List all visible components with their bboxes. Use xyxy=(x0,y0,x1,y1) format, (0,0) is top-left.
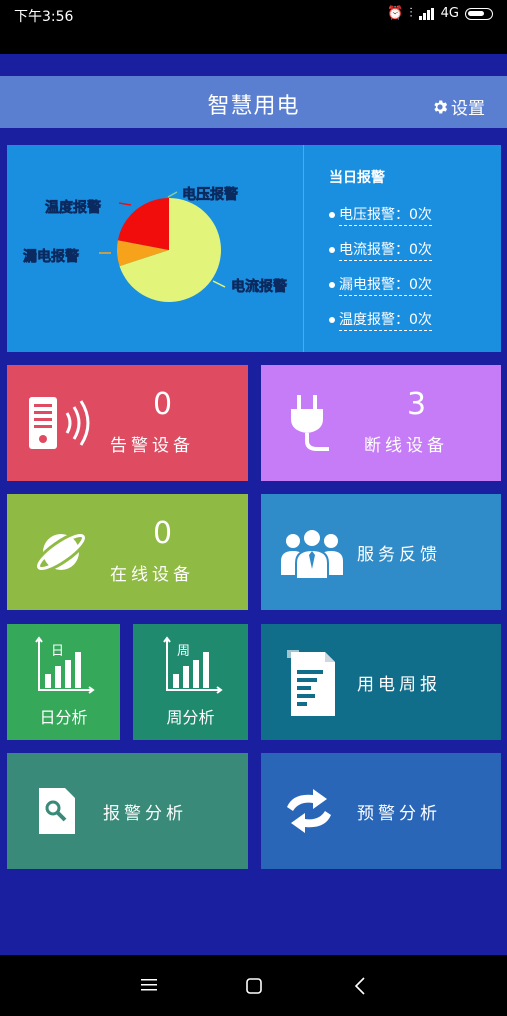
weekly-report-label: 用电周报 xyxy=(357,675,441,695)
day-icon-char: 日 xyxy=(51,644,65,659)
gear-icon xyxy=(434,99,448,114)
bullet-icon xyxy=(329,211,335,218)
status-time: 下午3:56 xyxy=(14,9,74,25)
app-header: 智慧用电 设置 xyxy=(0,76,507,128)
status-bar: 下午3:56 ⏰ ⫶ 4G xyxy=(0,0,507,54)
week-icon-char: 周 xyxy=(177,644,191,659)
remote-signal-icon xyxy=(29,397,90,449)
online-devices-count: 0 xyxy=(153,516,173,551)
vibrate-icon: ⫶ xyxy=(409,6,413,21)
bullet-icon xyxy=(329,246,335,253)
offline-devices-count: 3 xyxy=(407,387,427,422)
pie-label: 电压报警 xyxy=(182,186,238,203)
signal-icon xyxy=(418,7,435,20)
status-icons: ⏰ ⫶ 4G xyxy=(387,6,493,21)
menu-icon[interactable] xyxy=(141,978,157,992)
today-alarm-item[interactable]: 漏电报警：0次 xyxy=(329,267,432,302)
tile-online-devices[interactable]: 0 在线设备 xyxy=(7,494,248,610)
warning-analysis-label: 预警分析 xyxy=(357,804,441,824)
online-devices-label: 在线设备 xyxy=(110,565,194,585)
network-type: 4G xyxy=(440,6,459,21)
tile-weekly-report[interactable]: 用电周报 xyxy=(261,624,501,740)
back-icon[interactable] xyxy=(354,977,366,995)
alarm-devices-count: 0 xyxy=(153,387,173,422)
system-nav-bar xyxy=(0,955,507,1016)
service-feedback-label: 服务反馈 xyxy=(357,545,441,565)
settings-button[interactable]: 设置 xyxy=(431,94,485,119)
panel-divider xyxy=(303,145,304,352)
plug-icon xyxy=(291,395,329,451)
pie-label-line xyxy=(167,191,178,198)
tile-offline-devices[interactable]: 3 断线设备 xyxy=(261,365,501,481)
settings-label: 设置 xyxy=(451,99,485,119)
pie-label: 电流报警 xyxy=(231,278,287,295)
sync-arrows-icon xyxy=(287,789,331,833)
offline-devices-label: 断线设备 xyxy=(364,436,448,456)
today-alarm-item[interactable]: 电流报警：0次 xyxy=(329,232,432,267)
today-alarm-item[interactable]: 电压报警：0次 xyxy=(329,197,432,232)
document-report-icon xyxy=(287,650,335,716)
bullet-icon xyxy=(329,281,335,288)
alarm-pie-chart: 电流报警 漏电报警 温度报警 电压报警 xyxy=(23,186,287,302)
alarm-devices-label: 告警设备 xyxy=(110,436,194,456)
home-icon[interactable] xyxy=(246,978,262,994)
alarm-clock-icon: ⏰ xyxy=(387,6,404,21)
tile-week-analysis[interactable]: 周 周分析 xyxy=(133,624,248,740)
file-search-icon xyxy=(39,788,75,834)
day-analysis-label: 日分析 xyxy=(39,708,88,727)
pie-label: 温度报警 xyxy=(45,199,101,216)
pie-label: 漏电报警 xyxy=(23,248,79,265)
alarm-analysis-label: 报警分析 xyxy=(103,804,187,824)
people-group-icon xyxy=(281,528,343,579)
tile-service-feedback[interactable]: 服务反馈 xyxy=(261,494,501,610)
week-analysis-label: 周分析 xyxy=(166,708,215,727)
tile-alarm-analysis[interactable]: 报警分析 xyxy=(7,753,248,869)
today-alarms: 当日报警 电压报警：0次 电流报警：0次 漏电报警：0次 温度报警：0次 xyxy=(329,167,432,337)
bar-chart-day-icon xyxy=(35,636,95,694)
battery-icon xyxy=(465,7,493,20)
alarm-summary-panel: 电流报警 漏电报警 温度报警 电压报警 当日报警 电压报警：0次 电流报警：0次 漏电… xyxy=(7,145,501,352)
today-alarm-item[interactable]: 温度报警：0次 xyxy=(329,302,432,337)
pie-label-line xyxy=(118,202,132,206)
today-alarms-title: 当日报警 xyxy=(329,170,385,186)
bullet-icon xyxy=(329,316,335,323)
pie-label-line xyxy=(212,280,226,288)
tile-alarm-devices[interactable]: 0 告警设备 xyxy=(7,365,248,481)
tile-day-analysis[interactable]: 日 日分析 xyxy=(7,624,120,740)
tile-warning-analysis[interactable]: 预警分析 xyxy=(261,753,501,869)
bar-chart-week-icon xyxy=(163,636,223,694)
planet-icon xyxy=(33,530,89,574)
